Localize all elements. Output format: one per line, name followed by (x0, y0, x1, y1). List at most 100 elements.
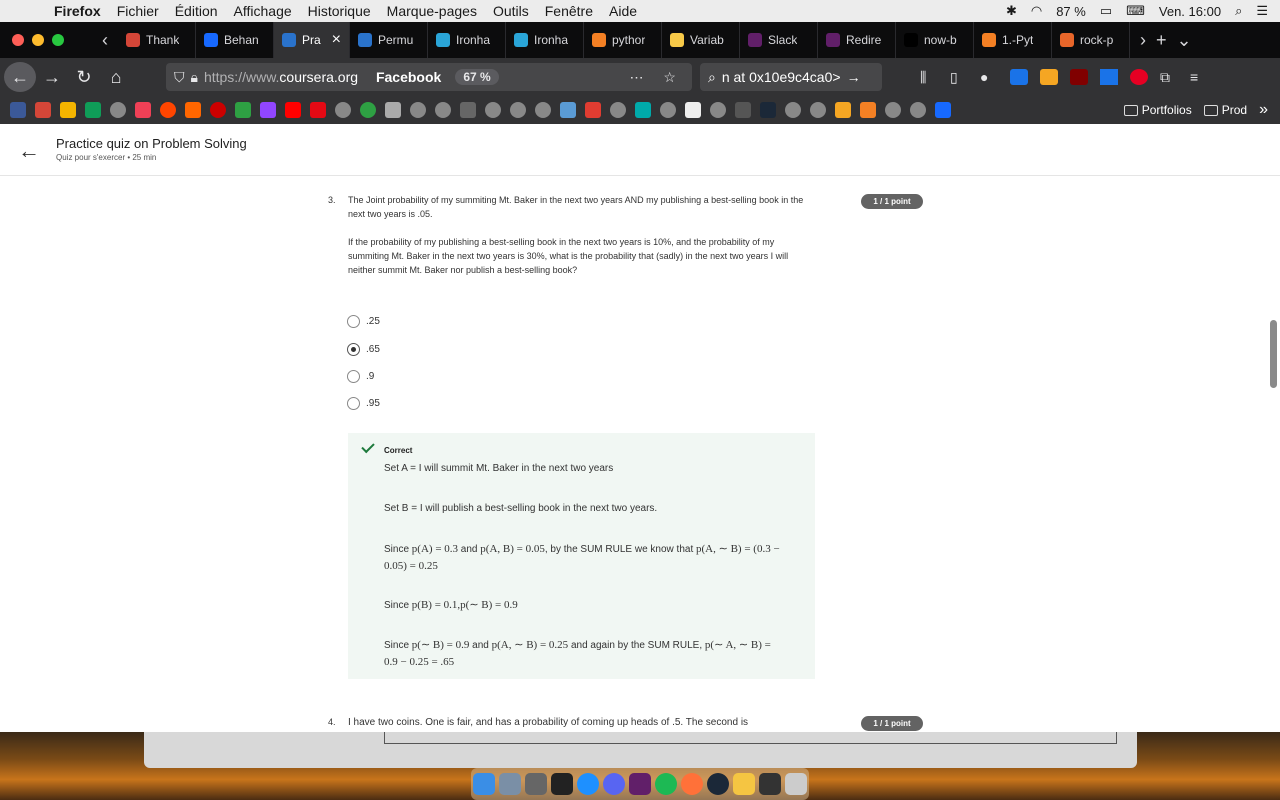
extension-icon[interactable] (1010, 69, 1028, 85)
ublock-icon[interactable] (1070, 69, 1088, 85)
bookmark-globe-icon[interactable] (660, 102, 676, 118)
close-window-button[interactable] (12, 34, 24, 46)
radio-button-selected[interactable] (347, 343, 360, 356)
bookmark-globe-icon[interactable] (410, 102, 426, 118)
bookmark-star-icon[interactable] (235, 102, 251, 118)
menu-affichage[interactable]: Affichage (234, 3, 292, 19)
bookmark-behance-icon[interactable] (935, 102, 951, 118)
spotify-icon[interactable] (655, 773, 677, 795)
tab-scroll-left-icon[interactable]: ‹ (102, 30, 108, 51)
bookmark-youtube-icon[interactable] (285, 102, 301, 118)
bookmark-folder-prod[interactable]: Prod (1203, 103, 1247, 117)
finder-icon[interactable] (473, 773, 495, 795)
library-icon[interactable]: ⫼ (920, 69, 938, 85)
discord-icon[interactable] (603, 773, 625, 795)
bookmark-globe-icon[interactable] (885, 102, 901, 118)
tracking-protection-icon[interactable]: ⛉ (174, 69, 185, 86)
menu-aide[interactable]: Aide (609, 3, 637, 19)
bookmark-steam-icon[interactable] (760, 102, 776, 118)
radio-button[interactable] (347, 370, 360, 383)
bookmarks-overflow-chevron-icon[interactable]: » (1259, 101, 1268, 119)
launchpad-icon[interactable] (499, 773, 521, 795)
extensions-puzzle-icon[interactable]: ⧉ (1160, 69, 1178, 85)
bookmark-play-icon[interactable] (460, 102, 476, 118)
back-button[interactable]: ← (4, 62, 36, 92)
menu-outils[interactable]: Outils (493, 3, 529, 19)
bookmark-reddit-icon[interactable] (160, 102, 176, 118)
search-go-arrow-icon[interactable]: → (847, 69, 861, 85)
minimize-window-button[interactable] (32, 34, 44, 46)
forward-button[interactable]: → (36, 67, 68, 88)
tab-list-chevron-down-icon[interactable]: ⌄ (1177, 30, 1192, 51)
zoom-window-button[interactable] (52, 34, 64, 46)
terminal-icon[interactable] (551, 773, 573, 795)
bookmark-icon[interactable] (735, 102, 751, 118)
browser-tab[interactable]: rock-p (1052, 22, 1130, 58)
battery-status[interactable]: 87 % (1056, 4, 1086, 19)
sidebar-icon[interactable]: ▯ (950, 69, 968, 85)
answer-option[interactable]: .95 (347, 397, 380, 410)
browser-tab[interactable]: Ironha (506, 22, 584, 58)
bookmark-globe-icon[interactable] (610, 102, 626, 118)
browser-tab[interactable]: now-b (896, 22, 974, 58)
bookmark-globe-icon[interactable] (435, 102, 451, 118)
bookmark-globe-icon[interactable] (485, 102, 501, 118)
bookmark-hackernews-icon[interactable] (185, 102, 201, 118)
home-button[interactable]: ⌂ (100, 67, 132, 88)
reload-button[interactable]: ↻ (68, 67, 100, 88)
bookmark-globe-icon[interactable] (335, 102, 351, 118)
menu-app-firefox[interactable]: Firefox (54, 3, 101, 19)
bookmark-icon[interactable] (560, 102, 576, 118)
scrollbar-thumb[interactable] (1270, 320, 1277, 388)
answer-option[interactable]: .25 (347, 315, 380, 328)
wifi-icon[interactable]: ◠ (1031, 3, 1042, 19)
menu-marque-pages[interactable]: Marque-pages (387, 3, 477, 19)
browser-tab[interactable]: Behan (196, 22, 274, 58)
answer-option[interactable]: .65 (347, 343, 380, 356)
pinterest-icon[interactable] (1130, 69, 1148, 85)
search-bar[interactable]: ⌕ n at 0x10e9c4ca0> → (700, 63, 882, 91)
bookmark-folder-portfolios[interactable]: Portfolios (1123, 103, 1192, 117)
browser-tab[interactable]: pythor (584, 22, 662, 58)
bookmark-globe-icon[interactable] (110, 102, 126, 118)
lock-icon[interactable]: 🔒︎ (191, 69, 198, 86)
bookmark-d-icon[interactable] (585, 102, 601, 118)
bookmark-globe-icon[interactable] (510, 102, 526, 118)
new-tab-button[interactable]: + (1156, 30, 1167, 51)
bookmark-icon[interactable] (210, 102, 226, 118)
clock[interactable]: Ven. 16:00 (1159, 4, 1221, 19)
menu-fenetre[interactable]: Fenêtre (545, 3, 593, 19)
browser-tab[interactable]: Thank (118, 22, 196, 58)
url-bar[interactable]: ⛉ 🔒︎ https://www.coursera.org Facebook 6… (166, 63, 692, 91)
browser-tab[interactable]: Permu (350, 22, 428, 58)
bookmark-facebook-icon[interactable] (10, 102, 26, 118)
radio-button[interactable] (347, 397, 360, 410)
bookmark-pocket-icon[interactable] (135, 102, 151, 118)
back-arrow-icon[interactable]: ← (18, 138, 40, 164)
system-preferences-icon[interactable] (525, 773, 547, 795)
slack-icon[interactable] (629, 773, 651, 795)
menu-historique[interactable]: Historique (308, 3, 371, 19)
browser-tab[interactable]: Slack (740, 22, 818, 58)
bluetooth-icon[interactable]: ✱ (1006, 3, 1017, 19)
radio-button[interactable] (347, 315, 360, 328)
bookmark-twitch-icon[interactable] (260, 102, 276, 118)
steam-icon[interactable] (707, 773, 729, 795)
background-window[interactable] (144, 732, 1137, 768)
browser-tab[interactable]: 1.-Pyt (974, 22, 1052, 58)
bookmark-icon[interactable] (685, 102, 701, 118)
extension-icon[interactable] (1040, 69, 1058, 85)
browser-tab[interactable]: Pra × (274, 22, 350, 58)
page-actions-icon[interactable]: ⋯ ☆ (630, 69, 684, 86)
app-icon[interactable] (759, 773, 781, 795)
bookmark-stackoverflow-icon[interactable] (860, 102, 876, 118)
bookmark-r-icon[interactable] (835, 102, 851, 118)
menu-fichier[interactable]: Fichier (117, 3, 159, 19)
keyboard-icon[interactable]: ⌨ (1126, 3, 1145, 19)
bookmark-globe-icon[interactable] (785, 102, 801, 118)
bookmark-gmail-icon[interactable] (35, 102, 51, 118)
menu-hamburger-icon[interactable]: ≡ (1190, 69, 1208, 85)
browser-tab[interactable]: Variab (662, 22, 740, 58)
browser-tab[interactable]: Ironha (428, 22, 506, 58)
extension-icon[interactable] (1100, 69, 1118, 85)
